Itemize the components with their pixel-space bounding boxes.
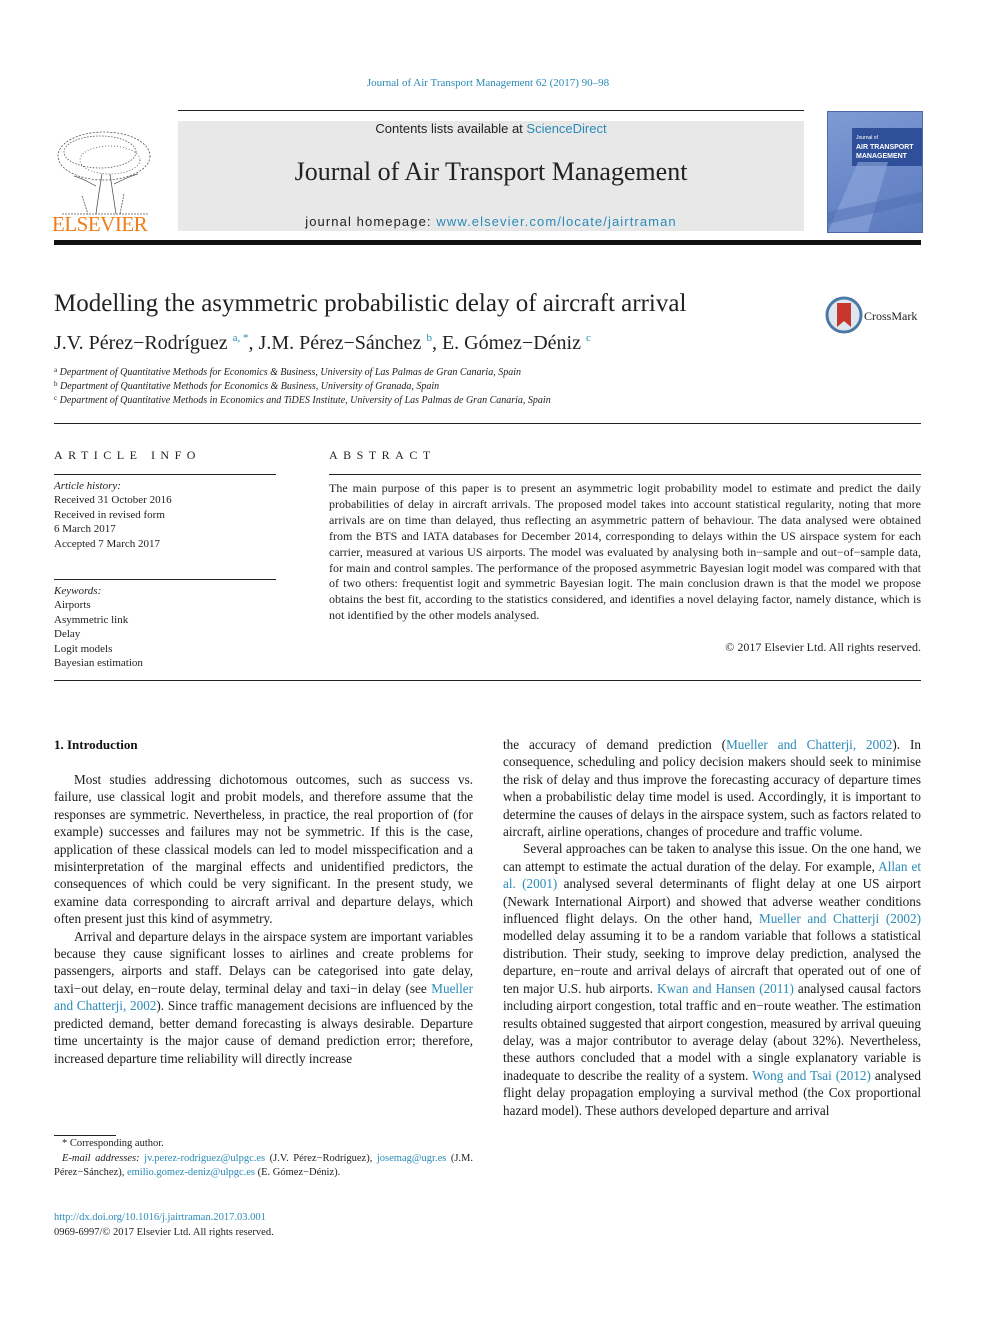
abstract-rule: [329, 474, 921, 475]
email-addresses: E-mail addresses: jv.perez-rodriguez@ulp…: [54, 1152, 473, 1181]
cover-title: Journal of AIR TRANSPORT MANAGEMENT: [856, 134, 916, 161]
paragraph: Several approaches can be taken to analy…: [503, 840, 921, 1119]
text-span: Several approaches can be taken to analy…: [503, 841, 921, 874]
author-affiliation-mark[interactable]: a, *: [233, 332, 249, 344]
email-label: E-mail addresses:: [62, 1152, 140, 1164]
crossmark-icon[interactable]: [825, 296, 863, 334]
doi-block: http://dx.doi.org/10.1016/j.jairtraman.2…: [54, 1211, 274, 1240]
affiliation-key: a: [54, 366, 58, 374]
doi-link[interactable]: http://dx.doi.org/10.1016/j.jairtraman.2…: [54, 1212, 266, 1223]
journal-cover-thumbnail[interactable]: Journal of AIR TRANSPORT MANAGEMENT: [827, 111, 923, 233]
contents-prefix: Contents lists available at: [375, 121, 527, 136]
footnote-block: * Corresponding author. E-mail addresses…: [54, 1137, 473, 1181]
author-name: J.V. Pérez−Rodríguez: [54, 332, 228, 354]
abstract-copyright: © 2017 Elsevier Ltd. All rights reserved…: [725, 640, 921, 654]
keyword: Logit models: [54, 642, 113, 655]
keyword: Delay: [54, 628, 81, 641]
abstract-heading: ABSTRACT: [329, 448, 436, 462]
crossmark-label[interactable]: CrossMark: [864, 309, 917, 324]
history-item: Received 31 October 2016: [54, 494, 172, 507]
homepage-link[interactable]: www.elsevier.com/locate/jairtraman: [436, 214, 676, 229]
history-item: 6 March 2017: [54, 523, 116, 536]
running-head[interactable]: Journal of Air Transport Management 62 (…: [0, 77, 976, 89]
history-label: Article history:: [54, 480, 121, 492]
citation-link[interactable]: Wong and Tsai (2012): [752, 1068, 871, 1083]
corresponding-author-note: * Corresponding author.: [62, 1138, 164, 1149]
history-item: Accepted 7 March 2017: [54, 537, 160, 550]
cover-title-small: Journal of: [856, 135, 878, 141]
keywords-label: Keywords:: [54, 585, 102, 597]
keyword: Airports: [54, 599, 91, 612]
affiliation-text: Department of Quantitative Methods for E…: [59, 367, 521, 378]
email-owner: (E. Gómez−Déniz).: [257, 1167, 341, 1178]
keyword: Bayesian estimation: [54, 657, 143, 670]
header-thick-rule: [54, 240, 921, 245]
author-affiliation-mark[interactable]: c: [586, 332, 591, 344]
keyword: Asymmetric link: [54, 613, 129, 626]
citation-link[interactable]: Mueller and Chatterji (2002): [759, 911, 921, 926]
citation-link[interactable]: Kwan and Hansen (2011): [657, 981, 794, 996]
section-heading: 1. Introduction: [54, 737, 138, 752]
journal-banner: Contents lists available at ScienceDirec…: [178, 121, 804, 231]
history-item: Received in revised form: [54, 508, 165, 521]
title-block-rule: [54, 423, 921, 424]
sciencedirect-link[interactable]: ScienceDirect: [526, 121, 606, 136]
keywords-list: Keywords: Airports Asymmetric link Delay…: [54, 584, 143, 670]
article-history: Article history: Received 31 October 201…: [54, 479, 172, 551]
text-span: the accuracy of demand prediction (: [503, 737, 727, 752]
article-info-rule: [54, 474, 276, 475]
paragraph: Arrival and departure delays in the airs…: [54, 928, 473, 1067]
affiliation-text: Department of Quantitative Methods in Ec…: [59, 395, 551, 406]
abstract-text: The main purpose of this paper is to pre…: [329, 481, 921, 623]
paragraph: the accuracy of demand prediction (Muell…: [503, 736, 921, 840]
affiliation-key: c: [54, 394, 58, 402]
footnote-rule: [54, 1135, 116, 1136]
front-matter-rule: [54, 680, 921, 681]
journal-title: Journal of Air Transport Management: [294, 157, 688, 186]
author-separator: ,: [431, 332, 442, 354]
affiliation: a Department of Quantitative Methods for…: [54, 366, 521, 378]
affiliation-key: b: [54, 380, 58, 388]
text-span: Arrival and departure delays in the airs…: [54, 928, 473, 996]
author-name: J.M. Pérez−Sánchez: [258, 332, 422, 354]
author-name: E. Gómez−Déniz: [441, 332, 581, 354]
email-link[interactable]: emilio.gomez-deniz@ulpgc.es: [127, 1167, 255, 1178]
elsevier-wordmark[interactable]: ELSEVIER: [52, 212, 148, 237]
article-title: Modelling the asymmetric probabilistic d…: [54, 290, 687, 317]
citation-link[interactable]: Mueller and Chatterji, 2002: [726, 737, 892, 752]
affiliation-text: Department of Quantitative Methods for E…: [60, 381, 440, 392]
text-span: ). In consequence, scheduling and policy…: [503, 737, 921, 840]
left-column: Most studies addressing dichotomous outc…: [54, 771, 473, 1067]
paragraph: Most studies addressing dichotomous outc…: [54, 772, 473, 927]
email-link[interactable]: josemag@ugr.es: [377, 1153, 446, 1164]
email-link[interactable]: jv.perez-rodriguez@ulpgc.es: [144, 1153, 265, 1164]
email-owner: (J.V. Pérez−Rodríguez),: [269, 1152, 373, 1164]
homepage-line: journal homepage: www.elsevier.com/locat…: [178, 214, 804, 229]
affiliation: c Department of Quantitative Methods in …: [54, 394, 551, 406]
cover-title-main: AIR TRANSPORT MANAGEMENT: [856, 144, 914, 160]
homepage-prefix: journal homepage:: [305, 214, 437, 229]
aircraft-tail-image-icon: [828, 162, 922, 232]
author-list: J.V. Pérez−Rodríguez a, *, J.M. Pérez−Sá…: [54, 332, 591, 355]
header-rule: [178, 110, 804, 111]
contents-line: Contents lists available at ScienceDirec…: [178, 121, 804, 136]
author-separator: ,: [248, 332, 259, 354]
affiliation: b Department of Quantitative Methods for…: [54, 380, 439, 392]
keywords-rule: [54, 579, 276, 580]
article-info-heading: ARTICLE INFO: [54, 448, 201, 462]
right-column: the accuracy of demand prediction (Muell…: [503, 736, 921, 1119]
issn-copyright: 0969-6997/© 2017 Elsevier Ltd. All right…: [54, 1226, 274, 1238]
